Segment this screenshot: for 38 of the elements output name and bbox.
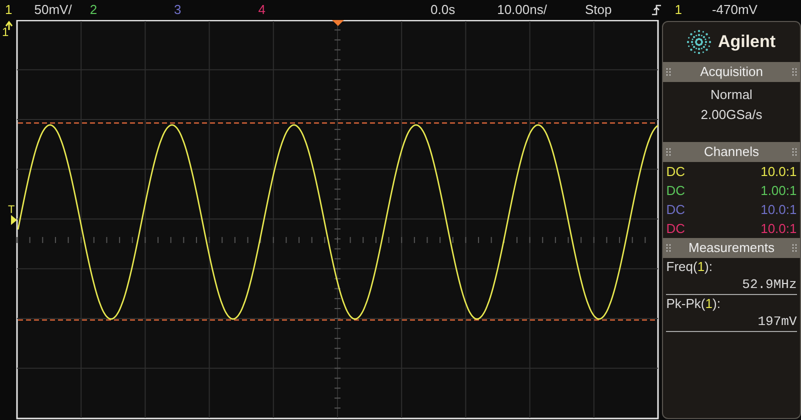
trigger-level-label: T <box>8 204 15 216</box>
channel-label: 4 <box>258 1 266 19</box>
logo-icon <box>687 30 712 54</box>
grip-icon[interactable] <box>666 148 672 156</box>
measurement-value: 197mV <box>756 313 798 331</box>
timebase-scale: 10.00ns/ <box>497 1 547 19</box>
rising-edge-icon <box>652 4 661 16</box>
trigger-source: 1 <box>674 1 682 19</box>
time-delay: 0.0s <box>430 1 456 19</box>
sample-rate: 2.00GSa/s <box>700 106 762 124</box>
measurement-label: Freq(1): <box>665 258 714 276</box>
coupling-mode: DC <box>666 201 686 219</box>
probe-ratio: 10.0:1 <box>760 201 797 219</box>
channel-marker-label: 1 <box>2 25 9 39</box>
coupling-mode: DC <box>666 220 686 238</box>
measurement-label: Pk-Pk(1): <box>665 295 722 313</box>
coupling-mode: DC <box>666 163 686 181</box>
section-title: Channels <box>704 143 759 161</box>
section-title: Acquisition <box>700 63 763 81</box>
coupling-mode: DC <box>666 182 686 200</box>
probe-ratio: 10.0:1 <box>760 163 797 181</box>
probe-ratio: 1.00:1 <box>760 182 797 200</box>
trigger-level: -470mV <box>712 1 758 19</box>
section-title: Measurements <box>688 239 774 257</box>
grip-icon[interactable] <box>792 148 797 156</box>
grip-icon[interactable] <box>792 68 797 76</box>
channel-label: 1 <box>5 1 12 19</box>
grip-icon[interactable] <box>666 244 672 252</box>
acquisition-mode: Normal <box>710 86 752 104</box>
grip-icon[interactable] <box>666 68 672 76</box>
run-state: Stop <box>584 1 612 19</box>
measurement-value: 52.9MHz <box>741 276 798 294</box>
probe-ratio: 10.0:1 <box>760 220 797 238</box>
channel-label: 3 <box>174 1 182 19</box>
vertical-scale: 50mV/ <box>34 1 72 19</box>
brand-name: Agilent <box>718 31 776 54</box>
grip-icon[interactable] <box>792 244 797 252</box>
channel-label: 2 <box>90 1 98 19</box>
